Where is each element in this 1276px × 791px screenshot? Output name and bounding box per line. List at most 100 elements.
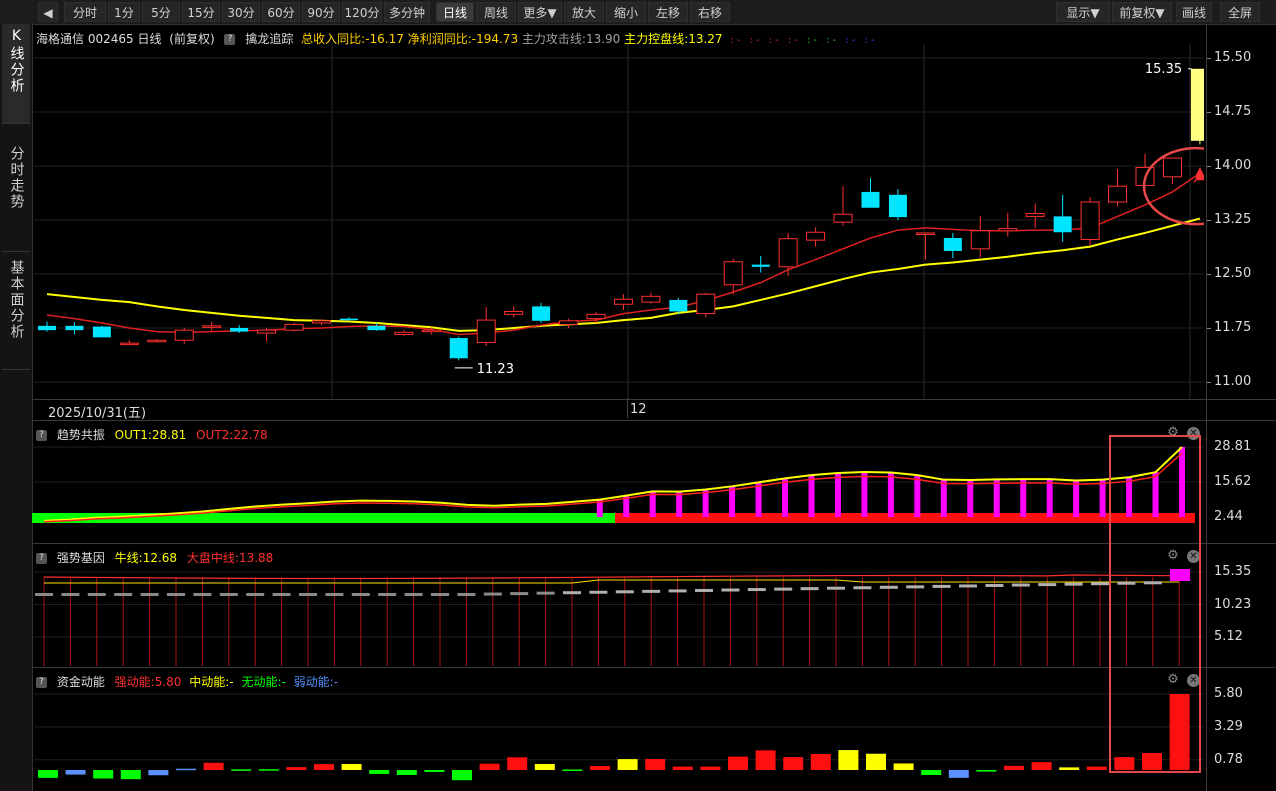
candle-body xyxy=(92,326,111,338)
gene-mark xyxy=(404,593,423,596)
gene-mark xyxy=(536,591,555,595)
candle-body xyxy=(751,264,770,267)
fund-none: 无动能:- xyxy=(241,675,286,689)
fund-bar xyxy=(148,770,169,776)
gene-mark xyxy=(774,587,793,591)
trend-bar xyxy=(834,473,841,517)
gene-mark xyxy=(1091,582,1109,586)
tab-fundamental[interactable]: 基本面分析 xyxy=(2,256,30,370)
gene-mark xyxy=(1038,583,1057,587)
candle-body-up xyxy=(202,325,222,328)
gene-mark xyxy=(483,592,502,596)
toolbar-right-button-3[interactable]: 全屏 xyxy=(1220,2,1260,22)
fund-bar xyxy=(176,768,196,771)
fund-chart[interactable] xyxy=(32,688,1204,791)
trend-bar xyxy=(914,475,921,517)
candle-body-up xyxy=(257,329,277,334)
trend-bar xyxy=(993,479,1000,517)
period-button-2[interactable]: 5分 xyxy=(142,2,180,22)
pane-separator xyxy=(32,543,1276,544)
candle-body xyxy=(339,318,358,321)
gene-mark xyxy=(615,590,634,594)
period-button-15[interactable]: 右移 xyxy=(690,2,730,22)
fund-name[interactable]: 资金动能 xyxy=(57,675,105,689)
tab-intraday[interactable]: 分时走势 xyxy=(2,142,30,252)
gene-mark xyxy=(985,584,1004,587)
period-button-9[interactable]: 日线 xyxy=(436,2,474,22)
period-button-7[interactable]: 120分 xyxy=(342,2,382,22)
period-button-0[interactable]: 分时 xyxy=(64,2,106,22)
toolbar-right-button-0[interactable]: 显示▼ xyxy=(1056,2,1110,22)
gene-mark xyxy=(800,587,819,591)
trend-y-tick-label: 28.81 xyxy=(1214,439,1252,454)
candlestick-chart[interactable]: 11.23 15.35 xyxy=(32,44,1204,400)
trend-chart[interactable] xyxy=(32,440,1204,542)
fund-bar xyxy=(534,763,555,770)
period-button-8[interactable]: 多分钟 xyxy=(384,2,430,22)
fund-bar xyxy=(617,759,638,770)
gene-mark xyxy=(61,593,80,596)
period-button-11[interactable]: 更多▼ xyxy=(518,2,562,22)
candle-body xyxy=(367,325,386,331)
gene-mark xyxy=(193,593,212,596)
candle-body xyxy=(65,325,84,331)
fund-bar xyxy=(893,763,914,770)
fund-bar xyxy=(866,753,886,770)
fund-y-tick-label: 5.80 xyxy=(1214,686,1243,701)
y-tick-label: 12.50 xyxy=(1214,266,1252,281)
period-button-3[interactable]: 15分 xyxy=(182,2,220,22)
fund-bar xyxy=(452,770,472,781)
period-button-6[interactable]: 90分 xyxy=(302,2,340,22)
fund-bar xyxy=(424,770,445,772)
trend-bar xyxy=(676,491,683,517)
period-button-1[interactable]: 1分 xyxy=(108,2,140,22)
help-icon[interactable]: ? xyxy=(36,677,47,688)
high-price-label: 15.35 xyxy=(1145,62,1182,77)
period-button-12[interactable]: 放大 xyxy=(564,2,604,22)
candle-body xyxy=(38,325,56,331)
gene-mark xyxy=(959,584,977,588)
toolbar-right-button-1[interactable]: 前复权▼ xyxy=(1112,2,1172,22)
month-tick xyxy=(627,398,628,418)
y-tick-label: 14.00 xyxy=(1214,158,1252,173)
gene-mark xyxy=(114,593,133,596)
trend-y-tick-label: 2.44 xyxy=(1214,509,1243,524)
toolbar-right-button-2[interactable]: 画线 xyxy=(1176,2,1212,22)
fund-mid: 中动能:- xyxy=(189,675,234,689)
candle-body-up xyxy=(641,295,661,303)
gene-mark xyxy=(642,589,661,593)
tab-kline[interactable]: K线分析 xyxy=(2,24,30,124)
candle-body-up xyxy=(1162,157,1182,178)
fund-bar xyxy=(396,770,417,775)
period-button-13[interactable]: 缩小 xyxy=(606,2,646,22)
trend-bar xyxy=(861,471,868,517)
period-button-5[interactable]: 60分 xyxy=(262,2,300,22)
play-back-icon: ◀ xyxy=(43,6,53,20)
trend-bar xyxy=(967,479,974,517)
gene-mark xyxy=(1064,582,1083,586)
gene-y-tick-label: 5.12 xyxy=(1214,629,1243,644)
candle-body-up xyxy=(778,238,798,268)
gene-mark xyxy=(167,593,185,596)
y-tick-label: 15.50 xyxy=(1214,50,1252,65)
gene-mark xyxy=(906,585,925,589)
fund-bar xyxy=(1031,762,1052,770)
gene-chart[interactable] xyxy=(32,563,1204,666)
fund-bar xyxy=(645,758,666,770)
pane-separator xyxy=(32,667,1276,668)
niu-line xyxy=(44,579,1180,584)
gene-mark xyxy=(1011,583,1030,587)
fund-weak: 弱动能:- xyxy=(293,675,339,689)
period-button-10[interactable]: 周线 xyxy=(476,2,516,22)
candle-body-up xyxy=(723,261,743,286)
gene-mark xyxy=(431,593,449,596)
period-button-14[interactable]: 左移 xyxy=(648,2,688,22)
toggle-sidebar-button[interactable]: ◀ xyxy=(38,2,58,22)
candle-body-up xyxy=(696,293,716,315)
trend-bar xyxy=(808,475,815,517)
trend-bar xyxy=(887,472,894,517)
candle-body-up xyxy=(147,339,167,343)
period-button-4[interactable]: 30分 xyxy=(222,2,260,22)
gene-mark xyxy=(695,588,713,592)
candle-body-up xyxy=(476,319,496,343)
